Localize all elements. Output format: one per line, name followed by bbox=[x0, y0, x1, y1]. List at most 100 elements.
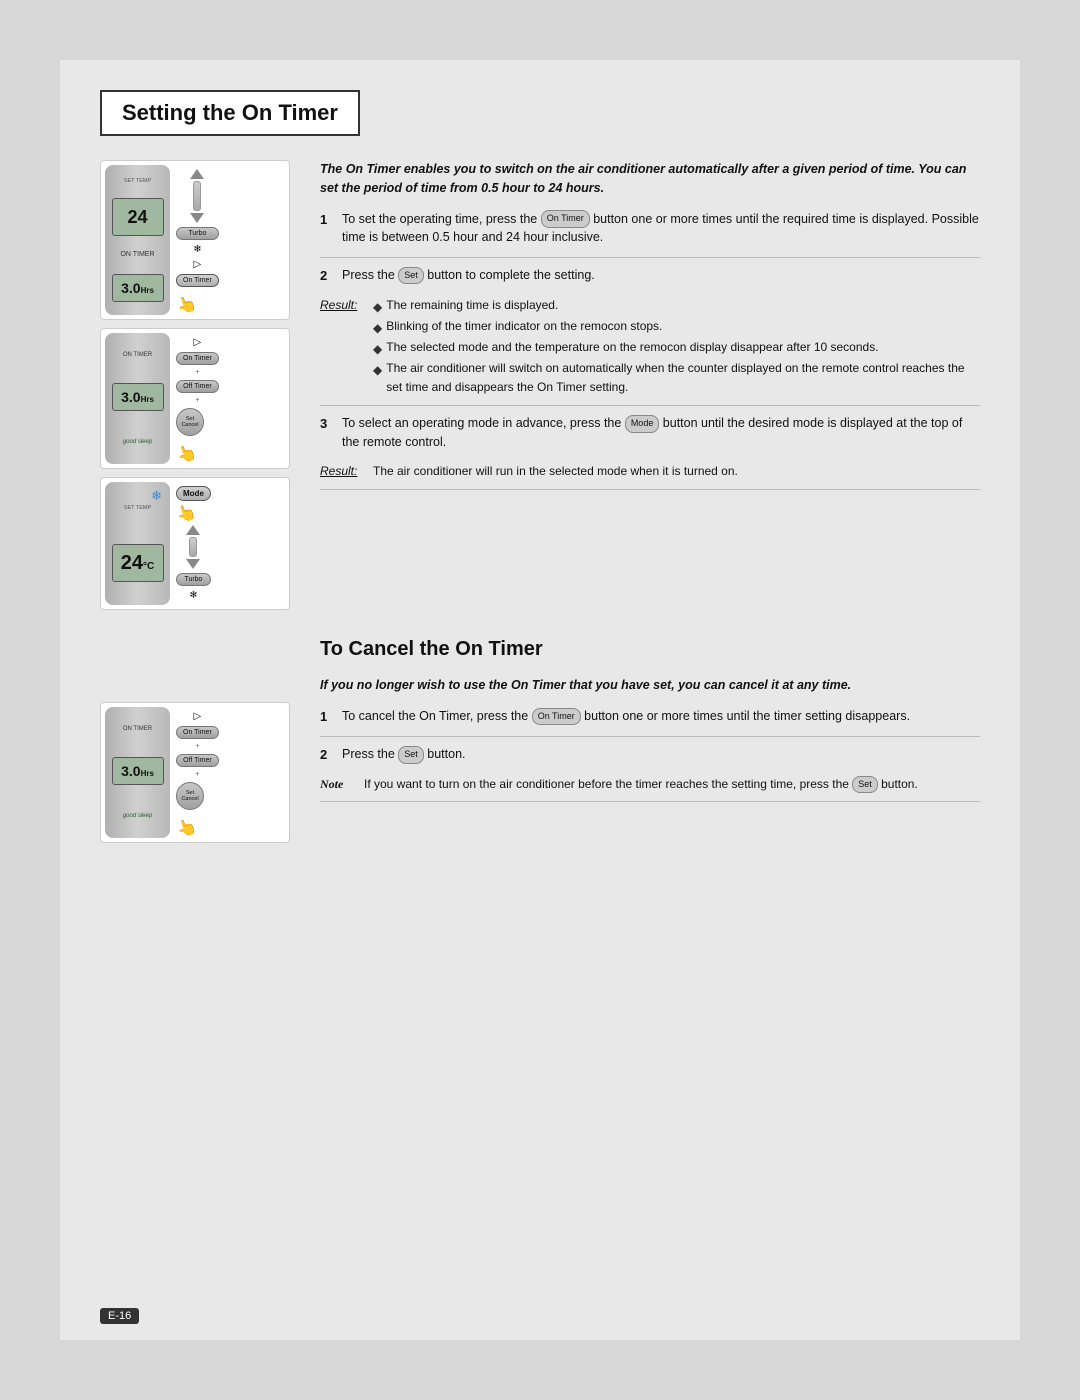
pointer-2: 👆 bbox=[174, 433, 221, 466]
remote-body-4: ON TIMER 3.0Hrs good sleep bbox=[105, 707, 170, 838]
content-area-1: SET TEMP 24 ON TIMER 3.0Hrs Turbo bbox=[100, 160, 980, 610]
remote-buttons-3: Mode 👆 Turbo ❄ bbox=[174, 482, 213, 605]
remote-buttons-2: ▷ On Timer + Off Timer + Set Cancel 👆 bbox=[174, 333, 221, 464]
instructions-col-2: To Cancel the On Timer If you no longer … bbox=[320, 634, 980, 843]
step-num-3: 3 bbox=[320, 414, 334, 452]
fan-icon-3: ❄ bbox=[176, 590, 211, 601]
mode-inline-btn-3: Mode bbox=[625, 415, 660, 433]
timer-display-2: 3.0Hrs bbox=[112, 383, 164, 411]
timer-num-2: 3.0Hrs bbox=[121, 389, 154, 405]
fan-icon-1: ❄ bbox=[176, 244, 219, 255]
step-1: 1 To set the operating time, press the O… bbox=[320, 210, 980, 248]
remote-buttons-4: ▷ On Timer + Off Timer + Set Cancel 👆 bbox=[174, 707, 221, 838]
cancel-step-num-2: 2 bbox=[320, 745, 334, 765]
remotes-column-1: SET TEMP 24 ON TIMER 3.0Hrs Turbo bbox=[100, 160, 300, 610]
step-text-1: To set the operating time, press the On … bbox=[342, 210, 980, 248]
temp-slider-3 bbox=[189, 537, 197, 557]
set-cancel-btn-2[interactable]: Set Cancel bbox=[176, 408, 204, 436]
result-text-4: The air conditioner will switch on autom… bbox=[386, 359, 980, 397]
temp-up-btn-1 bbox=[190, 169, 204, 179]
note-text: If you want to turn on the air condition… bbox=[364, 775, 918, 794]
on-timer-btn-4[interactable]: On Timer bbox=[176, 726, 219, 739]
temp-display-3: 24°C bbox=[112, 544, 164, 582]
cancel-step-text-1: To cancel the On Timer, press the On Tim… bbox=[342, 707, 910, 727]
step-text-2: Press the Set button to complete the set… bbox=[342, 266, 595, 286]
cancel-label-2: Cancel bbox=[181, 422, 198, 428]
set-inline-btn-2: Set bbox=[398, 267, 424, 285]
bullet-3: ◆ bbox=[373, 340, 382, 359]
cancel-step-1: 1 To cancel the On Timer, press the On T… bbox=[320, 707, 980, 727]
plus-label-2b: + bbox=[176, 397, 219, 404]
result-item-1: ◆ The remaining time is displayed. bbox=[373, 296, 980, 317]
timer-num-1: 3.0Hrs bbox=[121, 280, 154, 296]
on-timer-inline-btn-1: On Timer bbox=[541, 210, 590, 228]
divider-1 bbox=[320, 257, 980, 258]
divider-2 bbox=[320, 405, 980, 406]
result-item-3: ◆ The selected mode and the temperature … bbox=[373, 338, 980, 359]
bullet-2: ◆ bbox=[373, 319, 382, 338]
note-block: Note If you want to turn on the air cond… bbox=[320, 775, 980, 794]
instructions-col-1: The On Timer enables you to switch on th… bbox=[320, 160, 980, 610]
temp-num-3: 24°C bbox=[121, 553, 154, 573]
result-block-1: Result: ◆ The remaining time is displaye… bbox=[320, 296, 980, 398]
off-timer-btn-4[interactable]: Off Timer bbox=[176, 754, 219, 767]
timer-num-4: 3.0Hrs bbox=[121, 763, 154, 779]
good-sleep-label-2: good sleep bbox=[123, 439, 152, 445]
cancel-section: ON TIMER 3.0Hrs good sleep ▷ On Timer + … bbox=[100, 634, 980, 843]
divider-3 bbox=[320, 489, 980, 490]
turbo-btn-3[interactable]: Turbo bbox=[176, 573, 211, 586]
set-temp-label-1: SET TEMP bbox=[124, 178, 151, 184]
section-title: Setting the On Timer bbox=[122, 100, 338, 126]
step-2: 2 Press the Set button to complete the s… bbox=[320, 266, 980, 286]
divider-c2 bbox=[320, 801, 980, 802]
swing-icon-4: ▷ bbox=[176, 711, 219, 722]
timer-unit-1: Hrs bbox=[141, 286, 154, 295]
on-timer-label-1: ON TIMER bbox=[120, 251, 154, 258]
note-label: Note bbox=[320, 775, 356, 794]
remote-body-2: ON TIMER 3.0Hrs good sleep bbox=[105, 333, 170, 464]
on-timer-inline-cancel: On Timer bbox=[532, 708, 581, 726]
remote-buttons-1: Turbo ❄ ▷ On Timer 👆 bbox=[174, 165, 221, 315]
result-text-3: The selected mode and the temperature on… bbox=[386, 338, 878, 357]
good-sleep-label-4: good sleep bbox=[123, 813, 152, 819]
pointer-4: 👆 bbox=[174, 807, 221, 840]
result-item-4: ◆ The air conditioner will switch on aut… bbox=[373, 359, 980, 397]
result-text-5: The air conditioner will run in the sele… bbox=[373, 462, 738, 481]
set-temp-label-3: SET TEMP bbox=[124, 505, 151, 511]
on-timer-btn-2[interactable]: On Timer bbox=[176, 352, 219, 365]
on-timer-label-4: ON TIMER bbox=[123, 726, 152, 732]
intro-text-1: The On Timer enables you to switch on th… bbox=[320, 160, 980, 198]
remote-3: ❄ SET TEMP 24°C Mode 👆 Turbo ❄ bbox=[100, 477, 290, 610]
turbo-btn-1[interactable]: Turbo bbox=[176, 227, 219, 240]
step-num-1: 1 bbox=[320, 210, 334, 248]
result-items-1: ◆ The remaining time is displayed. ◆ Bli… bbox=[373, 296, 980, 398]
set-cancel-btn-4[interactable]: Set Cancel bbox=[176, 782, 204, 810]
divider-c1 bbox=[320, 736, 980, 737]
remote-body-1: SET TEMP 24 ON TIMER 3.0Hrs bbox=[105, 165, 170, 315]
temp-down-btn-1 bbox=[190, 213, 204, 223]
plus-label-4: + bbox=[176, 743, 219, 750]
result-text-2: Blinking of the timer indicator on the r… bbox=[386, 317, 662, 336]
cancel-intro: If you no longer wish to use the On Time… bbox=[320, 676, 980, 695]
cancel-title: To Cancel the On Timer bbox=[320, 634, 980, 664]
on-timer-label-2: ON TIMER bbox=[123, 352, 152, 358]
arrow-area-3 bbox=[176, 525, 211, 569]
plus-label-2: + bbox=[176, 369, 219, 376]
temp-unit-3: °C bbox=[143, 561, 154, 572]
swing-icon-2: ▷ bbox=[176, 337, 219, 348]
result-item-2: ◆ Blinking of the timer indicator on the… bbox=[373, 317, 980, 338]
remote-display-1: 24 bbox=[112, 198, 164, 236]
bullet-4: ◆ bbox=[373, 361, 382, 380]
off-timer-btn-2[interactable]: Off Timer bbox=[176, 380, 219, 393]
cancel-label-4: Cancel bbox=[181, 796, 198, 802]
result-text-1: The remaining time is displayed. bbox=[386, 296, 558, 315]
timer-unit-4: Hrs bbox=[141, 769, 154, 778]
step-text-3: To select an operating mode in advance, … bbox=[342, 414, 980, 452]
step-3: 3 To select an operating mode in advance… bbox=[320, 414, 980, 452]
temp-down-btn-3 bbox=[186, 559, 200, 569]
arrow-area-1 bbox=[176, 169, 219, 223]
spacer bbox=[100, 634, 300, 694]
pointer-1: 👆 bbox=[174, 284, 221, 317]
remote-4: ON TIMER 3.0Hrs good sleep ▷ On Timer + … bbox=[100, 702, 290, 843]
page: Setting the On Timer SET TEMP 24 ON TIME… bbox=[60, 60, 1020, 1340]
